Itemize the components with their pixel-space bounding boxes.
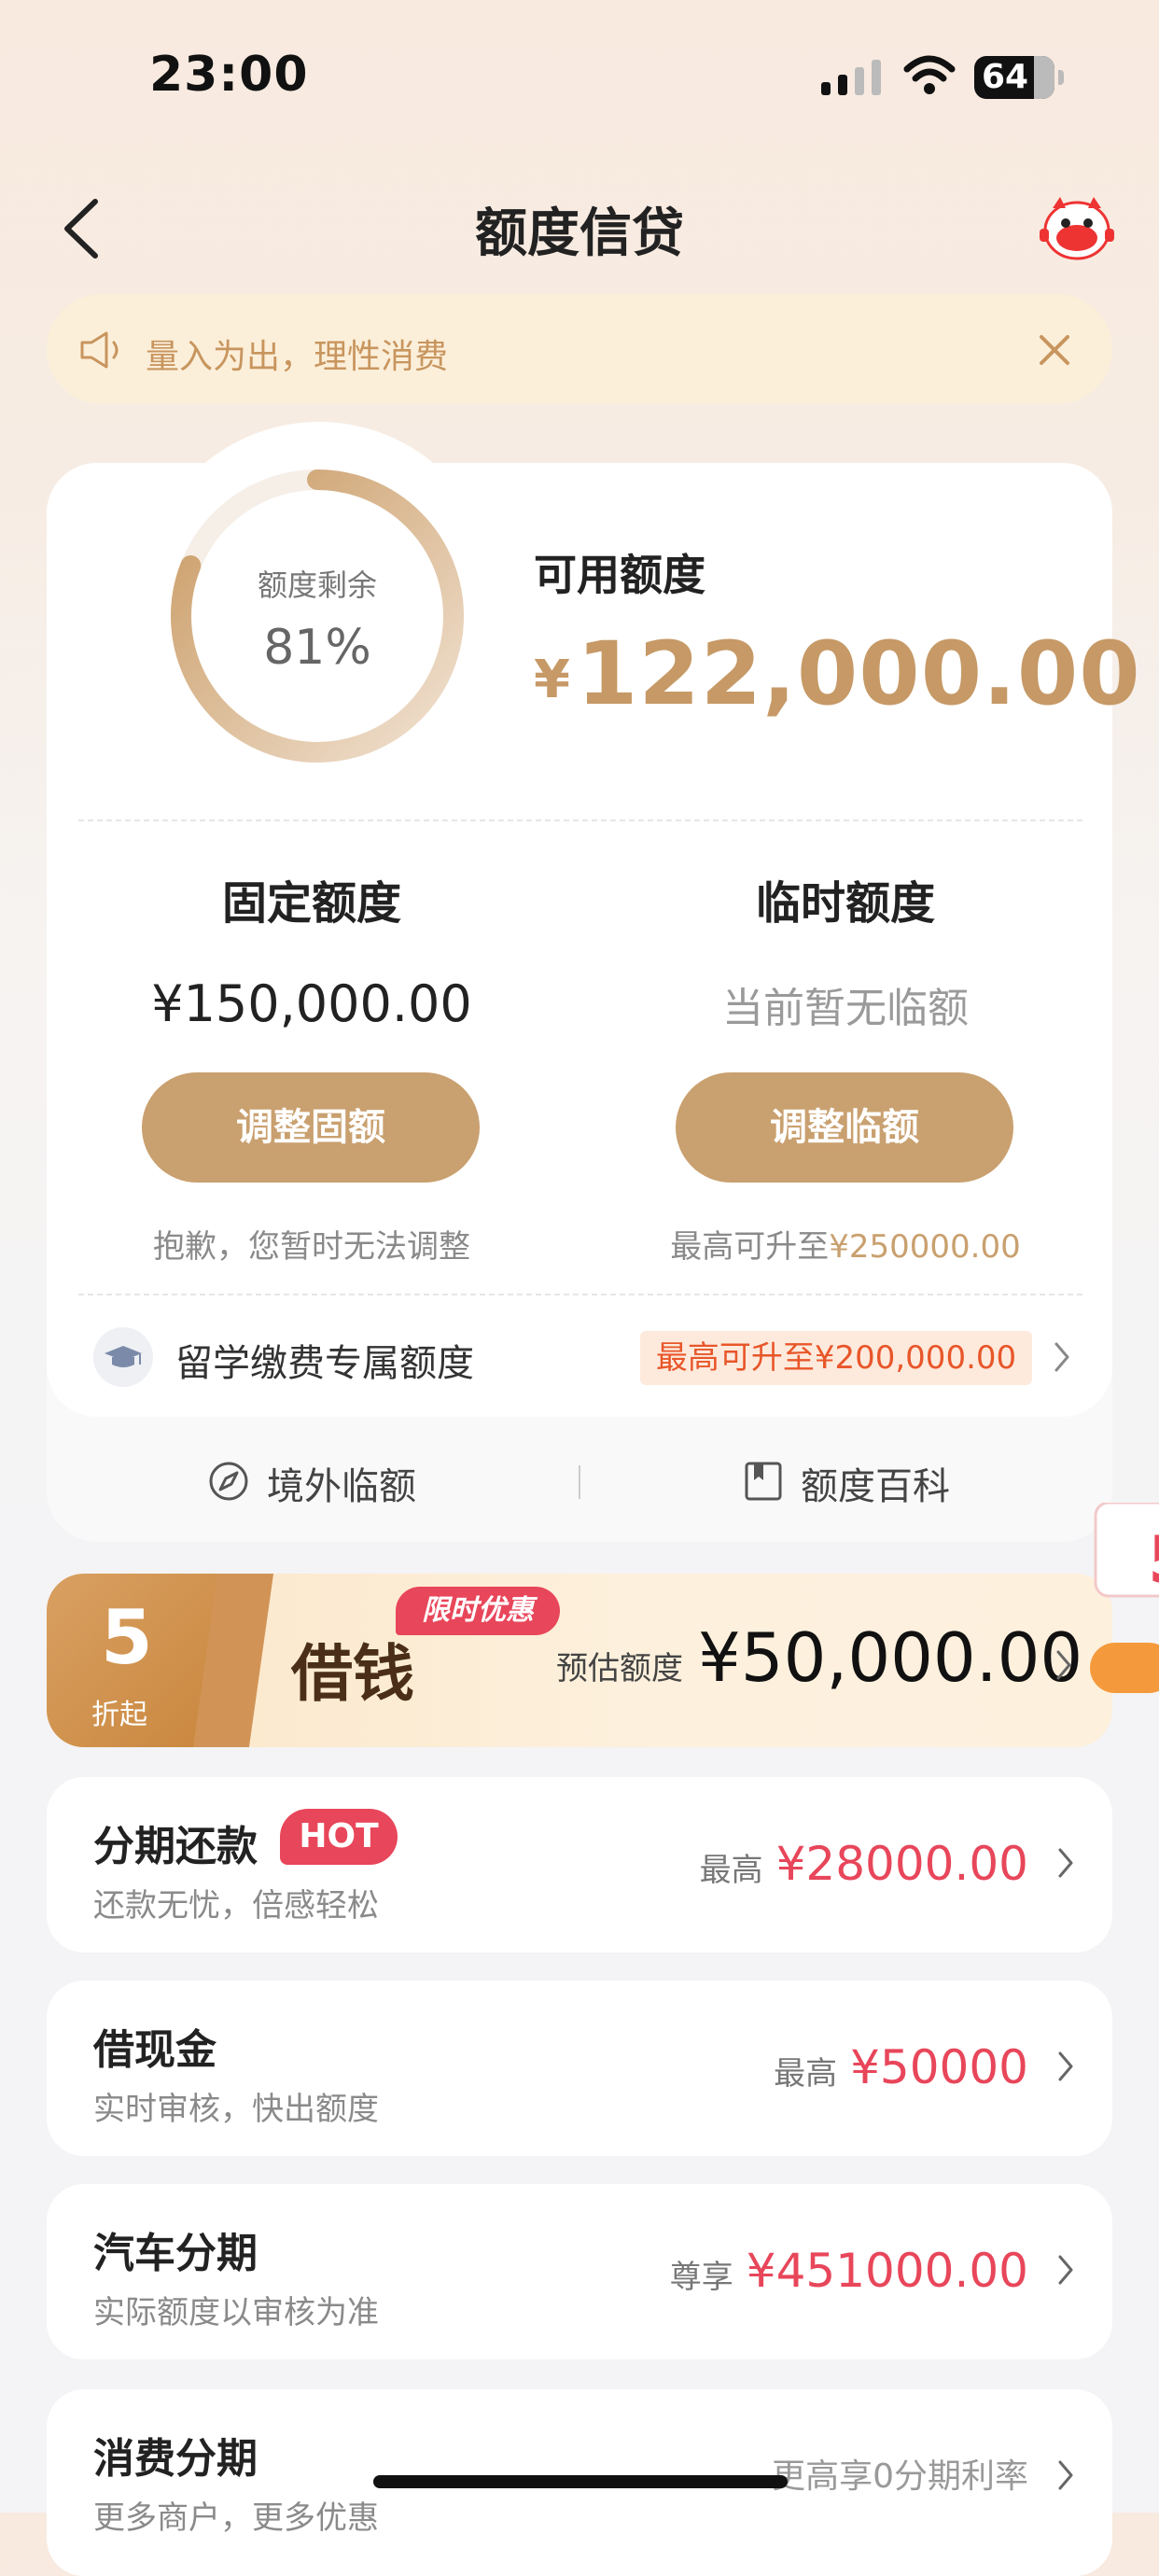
amount-value: ¥50000 bbox=[850, 2040, 1028, 2094]
currency-symbol: ¥ bbox=[534, 649, 571, 710]
product-title: 消费分期 bbox=[93, 2435, 258, 2483]
amount-value: ¥451000.00 bbox=[746, 2244, 1028, 2298]
amount-value: ¥28000.00 bbox=[775, 1837, 1028, 1891]
product-amount: 最高 ¥50000 bbox=[774, 2040, 1028, 2094]
chevron-right-icon[interactable] bbox=[1056, 2458, 1075, 2492]
chevron-right-icon[interactable] bbox=[1056, 2253, 1075, 2287]
product-amount: 最高 ¥28000.00 bbox=[700, 1837, 1028, 1891]
estimated-quota-label: 预估额度 bbox=[556, 1650, 683, 1687]
product-subtitle: 实际额度以审核为准 bbox=[93, 2294, 379, 2331]
available-quota-amount: ¥122,000.00 bbox=[534, 623, 1141, 725]
fixed-quota-label: 固定额度 bbox=[221, 877, 401, 930]
fixed-quota-amount: ¥150,000.00 bbox=[151, 974, 472, 1033]
vertical-separator bbox=[579, 1465, 580, 1499]
book-icon bbox=[745, 1462, 782, 1501]
list-item[interactable]: 借现金 实时审核，快出额度 最高 ¥50000 bbox=[47, 1981, 1112, 2156]
amount-prefix: 最高 bbox=[774, 2055, 838, 2093]
page-title: 额度信贷 bbox=[475, 203, 684, 264]
home-indicator[interactable] bbox=[373, 2475, 788, 2488]
chevron-right-icon[interactable] bbox=[1054, 1648, 1073, 1682]
overseas-temp-quota-label: 境外临额 bbox=[267, 1465, 416, 1508]
temp-quota-label: 临时额度 bbox=[755, 877, 935, 930]
mascot-service-icon[interactable] bbox=[1036, 191, 1118, 266]
promo-title: 借钱 bbox=[291, 1637, 414, 1710]
amount-prefix: 最高 bbox=[699, 1852, 763, 1889]
graduation-cap-icon bbox=[93, 1327, 153, 1387]
product-title: 分期还款 bbox=[93, 1823, 258, 1870]
quota-wiki-label: 额度百科 bbox=[801, 1465, 950, 1508]
loan-promo-banner[interactable]: 5 折起 借钱 限时优惠 预估额度 ¥50,000.00 bbox=[47, 1574, 1112, 1747]
status-time: 23:00 bbox=[149, 47, 309, 103]
adjust-fixed-quota-button[interactable]: 调整固额 bbox=[142, 1072, 480, 1183]
list-item[interactable]: 汽车分期 实际额度以审核为准 尊享 ¥451000.00 bbox=[47, 2184, 1112, 2359]
chevron-right-icon[interactable] bbox=[1056, 2050, 1075, 2083]
discount-suffix: 折起 bbox=[91, 1699, 147, 1731]
product-title: 借现金 bbox=[93, 2026, 216, 2074]
hot-badge: HOT bbox=[280, 1809, 398, 1865]
limited-offer-tag: 限时优惠 bbox=[396, 1587, 560, 1635]
close-icon[interactable] bbox=[1036, 331, 1073, 369]
study-abroad-quota-label[interactable]: 留学缴费专属额度 bbox=[175, 1333, 474, 1387]
product-subtitle: 更多商户，更多优惠 bbox=[93, 2499, 379, 2537]
product-rate-text: 更高享0分期利率 bbox=[772, 2457, 1028, 2496]
estimated-quota-amount: ¥50,000.00 bbox=[698, 1618, 1083, 1697]
product-subtitle: 实时审核，快出额度 bbox=[93, 2091, 379, 2128]
chevron-right-icon[interactable] bbox=[1056, 1846, 1075, 1880]
product-subtitle: 还款无忧，倍感轻松 bbox=[93, 1887, 379, 1925]
battery-level: 64 bbox=[982, 58, 1029, 96]
product-amount: 尊享 ¥451000.00 bbox=[670, 2244, 1028, 2298]
temp-note-amount: ¥250000.00 bbox=[829, 1228, 1021, 1266]
fixed-quota-note: 抱歉，您暂时无法调整 bbox=[153, 1228, 470, 1266]
svg-text:5: 5 bbox=[1148, 1522, 1159, 1599]
list-item[interactable]: 分期还款 HOT 还款无忧，倍感轻松 最高 ¥28000.00 bbox=[47, 1777, 1112, 1953]
temp-note-prefix: 最高可升至 bbox=[670, 1228, 830, 1266]
discount-number: 5 bbox=[101, 1594, 153, 1681]
temp-quota-note: 最高可升至¥250000.00 bbox=[644, 1221, 1047, 1267]
divider bbox=[78, 819, 1082, 821]
cellular-signal-icon bbox=[821, 60, 881, 95]
available-amount-value: 122,000.00 bbox=[576, 623, 1141, 725]
ring-percent: 81% bbox=[263, 620, 371, 676]
available-quota-label: 可用额度 bbox=[534, 550, 705, 600]
wifi-icon bbox=[903, 55, 956, 94]
adjust-temp-quota-button[interactable]: 调整临额 bbox=[676, 1072, 1013, 1183]
study-abroad-quota-tag[interactable]: 最高可升至¥200,000.00 bbox=[640, 1331, 1032, 1385]
chevron-right-icon[interactable] bbox=[1053, 1340, 1071, 1374]
temp-quota-status: 当前暂无临额 bbox=[722, 985, 969, 1032]
amount-prefix: 尊享 bbox=[669, 2259, 733, 2296]
battery-indicator: 64 bbox=[974, 56, 1064, 99]
compass-icon bbox=[209, 1462, 248, 1501]
notice-bar: 量入为出，理性消费 bbox=[47, 294, 1112, 404]
product-title: 汽车分期 bbox=[93, 2230, 258, 2277]
quota-ring-chart bbox=[171, 469, 464, 763]
floating-gift-icon[interactable]: 5 bbox=[1090, 1503, 1159, 1699]
speaker-icon bbox=[80, 331, 119, 369]
notice-text: 量入为出，理性消费 bbox=[146, 338, 449, 376]
divider bbox=[78, 1294, 1082, 1295]
ring-label: 额度剩余 bbox=[257, 567, 377, 603]
